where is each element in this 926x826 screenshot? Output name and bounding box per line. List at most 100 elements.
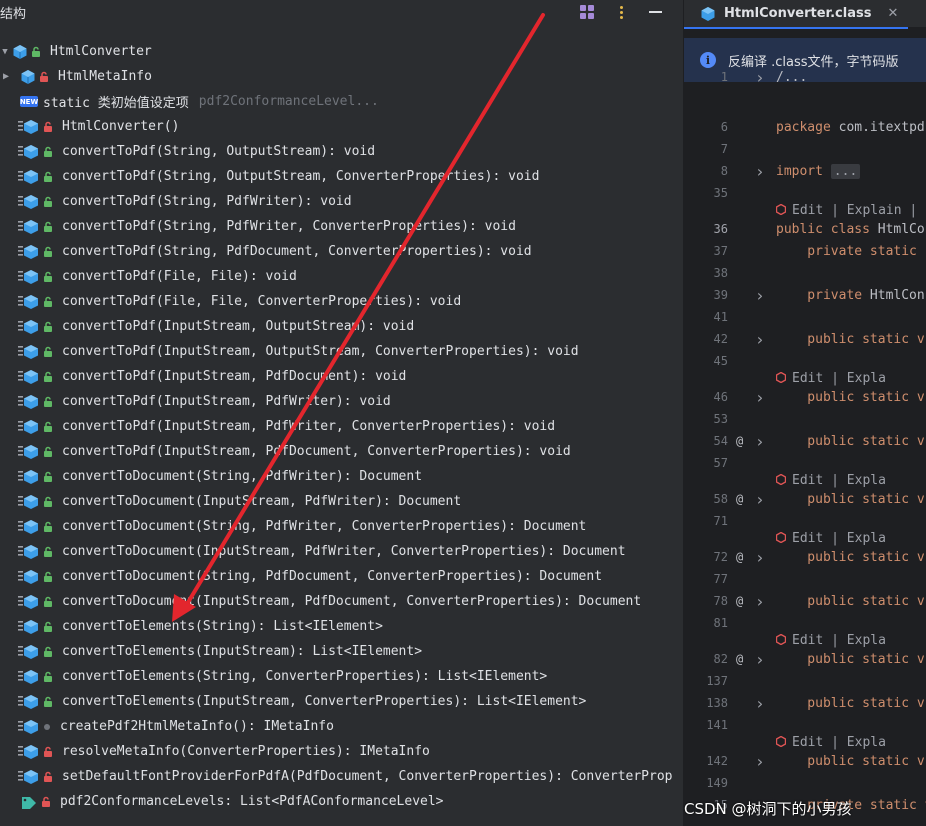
- public-lock-icon: [42, 396, 54, 408]
- tree-item[interactable]: NEW static 类初始值设定项 pdf2ConformanceLevel...: [0, 89, 379, 114]
- tree-item-label: HtmlMetaInfo: [58, 69, 152, 84]
- code-lens[interactable]: Edit | Expla: [775, 735, 886, 750]
- fold-chevron-icon[interactable]: ›: [755, 390, 765, 406]
- public-lock-icon: [42, 621, 54, 633]
- tree-item[interactable]: convertToPdf(InputStream, OutputStream):…: [0, 314, 414, 339]
- tree-item-label: convertToPdf(InputStream, PdfWriter): vo…: [62, 394, 391, 409]
- tab-label: HtmlConverter.class: [724, 6, 872, 21]
- line-number: 138: [706, 696, 728, 710]
- tree-item[interactable]: convertToPdf(String, PdfDocument, Conver…: [0, 239, 532, 264]
- fold-chevron-icon[interactable]: ›: [755, 550, 765, 566]
- annotation-marker-icon: @: [736, 652, 744, 666]
- line-number: 39: [713, 288, 728, 302]
- public-lock-icon: [42, 171, 54, 183]
- tree-item[interactable]: convertToDocument(String, PdfWriter, Con…: [0, 514, 586, 539]
- code-lens[interactable]: Edit | Expla: [775, 473, 886, 488]
- close-icon[interactable]: ✕: [887, 6, 898, 21]
- fold-chevron-icon[interactable]: ›: [755, 164, 765, 180]
- tree-item[interactable]: convertToElements(String): List<IElement…: [0, 614, 383, 639]
- tree-root-label: HtmlConverter: [50, 44, 152, 59]
- tree-item[interactable]: pdf2ConformanceLevels: List<PdfAConforma…: [0, 789, 444, 814]
- tree-item[interactable]: convertToDocument(String, PdfWriter): Do…: [0, 464, 422, 489]
- tree-item[interactable]: convertToPdf(File, File, ConverterProper…: [0, 289, 461, 314]
- tree-item[interactable]: convertToElements(String, ConverterPrope…: [0, 664, 547, 689]
- panel-title: 结构: [0, 7, 27, 22]
- method-icon: [18, 769, 40, 785]
- code-line: /...: [776, 70, 807, 85]
- tree-item[interactable]: convertToDocument(InputStream, PdfDocume…: [0, 589, 641, 614]
- public-lock-icon: [42, 521, 54, 533]
- code-line: public static v: [776, 434, 924, 449]
- tree-item-hint: pdf2ConformanceLevel...: [198, 94, 379, 109]
- tree-item[interactable]: convertToDocument(InputStream, PdfWriter…: [0, 539, 626, 564]
- banner-text: 反编译 .class文件，字节码版: [728, 54, 899, 70]
- method-icon: [18, 569, 40, 585]
- fold-chevron-icon[interactable]: ›: [755, 288, 765, 304]
- class-icon: [12, 44, 28, 60]
- fold-chevron-icon[interactable]: ›: [755, 70, 765, 86]
- code-token: HtmlCon: [869, 288, 925, 303]
- tree-item[interactable]: convertToPdf(InputStream, PdfWriter): vo…: [0, 389, 391, 414]
- tree-item[interactable]: convertToPdf(File, File): void: [0, 264, 297, 289]
- tree-item[interactable]: setDefaultFontProviderForPdfA(PdfDocumen…: [0, 764, 672, 789]
- code-token: public static v: [776, 754, 925, 769]
- fold-chevron-icon[interactable]: ›: [755, 652, 765, 668]
- field-icon: [20, 794, 38, 810]
- tree-item[interactable]: convertToPdf(String, OutputStream): void: [0, 139, 375, 164]
- code-lens[interactable]: Edit | Expla: [775, 371, 886, 386]
- code-token: import: [776, 164, 831, 179]
- method-icon: [18, 444, 40, 460]
- method-icon: [18, 494, 40, 510]
- tree-item[interactable]: convertToDocument(String, PdfDocument, C…: [0, 564, 602, 589]
- line-number: 53: [713, 412, 728, 426]
- fold-chevron-icon[interactable]: ›: [755, 594, 765, 610]
- public-lock-icon: [42, 146, 54, 158]
- tree-item[interactable]: convertToPdf(InputStream, OutputStream, …: [0, 339, 579, 364]
- fold-chevron-icon[interactable]: ›: [755, 332, 765, 348]
- code-lens[interactable]: Edit | Explain |: [775, 203, 917, 218]
- code-line: public static v: [776, 332, 924, 347]
- tree-item[interactable]: convertToPdf(String, PdfWriter, Converte…: [0, 214, 516, 239]
- code-lens[interactable]: Edit | Expla: [775, 633, 886, 648]
- collapse-arrow-icon[interactable]: ▼: [0, 47, 10, 57]
- tree-item[interactable]: convertToPdf(InputStream, PdfDocument): …: [0, 364, 406, 389]
- code-line: public static v: [776, 696, 924, 711]
- fold-chevron-icon[interactable]: ›: [755, 754, 765, 770]
- tree-item[interactable]: createPdf2HtmlMetaInfo(): IMetaInfo: [0, 714, 334, 739]
- line-number: 141: [706, 718, 728, 732]
- line-number: 54: [713, 434, 728, 448]
- minimize-icon[interactable]: [646, 3, 664, 21]
- annotation-marker-icon: @: [736, 594, 744, 608]
- tree-root[interactable]: ▼ HtmlConverter: [0, 39, 152, 64]
- tree-item-label: convertToPdf(String, PdfWriter, Converte…: [62, 219, 516, 234]
- public-lock-icon: [42, 421, 54, 433]
- code-lens-text: Edit | Expla: [792, 531, 886, 546]
- code-lens[interactable]: Edit | Expla: [775, 531, 886, 546]
- tree-item[interactable]: convertToPdf(InputStream, PdfDocument, C…: [0, 439, 571, 464]
- tree-item[interactable]: convertToPdf(InputStream, PdfWriter, Con…: [0, 414, 555, 439]
- tree-item-label: convertToPdf(String, OutputStream, Conve…: [62, 169, 540, 184]
- tree-item[interactable]: convertToPdf(String, PdfWriter): void: [0, 189, 352, 214]
- public-lock-icon: [42, 246, 54, 258]
- tree-item[interactable]: HtmlConverter(): [0, 114, 179, 139]
- editor-panel: HtmlConverter.class ✕ i 反编译 .class文件，字节码…: [684, 0, 926, 826]
- tree-item[interactable]: resolveMetaInfo(ConverterProperties): IM…: [0, 739, 430, 764]
- tree-item[interactable]: convertToPdf(String, OutputStream, Conve…: [0, 164, 539, 189]
- fold-chevron-icon[interactable]: ›: [755, 434, 765, 450]
- annotation-marker-icon: @: [736, 434, 744, 448]
- expand-arrow-icon[interactable]: ▶: [0, 71, 12, 82]
- tree-item-label: convertToPdf(InputStream, PdfDocument, C…: [62, 444, 571, 459]
- tab-htmlconverter-class[interactable]: HtmlConverter.class ✕: [684, 0, 926, 27]
- code-token: HtmlCon: [877, 222, 926, 237]
- tree-item[interactable]: ▶ HtmlMetaInfo: [0, 64, 152, 89]
- tree-item[interactable]: convertToDocument(InputStream, PdfWriter…: [0, 489, 461, 514]
- tree-item[interactable]: convertToElements(InputStream): List<IEl…: [0, 639, 422, 664]
- tree-item-label: convertToElements(String, ConverterPrope…: [62, 669, 548, 684]
- fold-chevron-icon[interactable]: ›: [755, 492, 765, 508]
- more-options-icon[interactable]: [612, 3, 630, 21]
- annotation-marker-icon: @: [736, 492, 744, 506]
- fold-chevron-icon[interactable]: ›: [755, 696, 765, 712]
- tree-item[interactable]: convertToElements(InputStream, Converter…: [0, 689, 586, 714]
- layout-grid-icon[interactable]: [578, 3, 596, 21]
- code-token: private static: [776, 244, 925, 259]
